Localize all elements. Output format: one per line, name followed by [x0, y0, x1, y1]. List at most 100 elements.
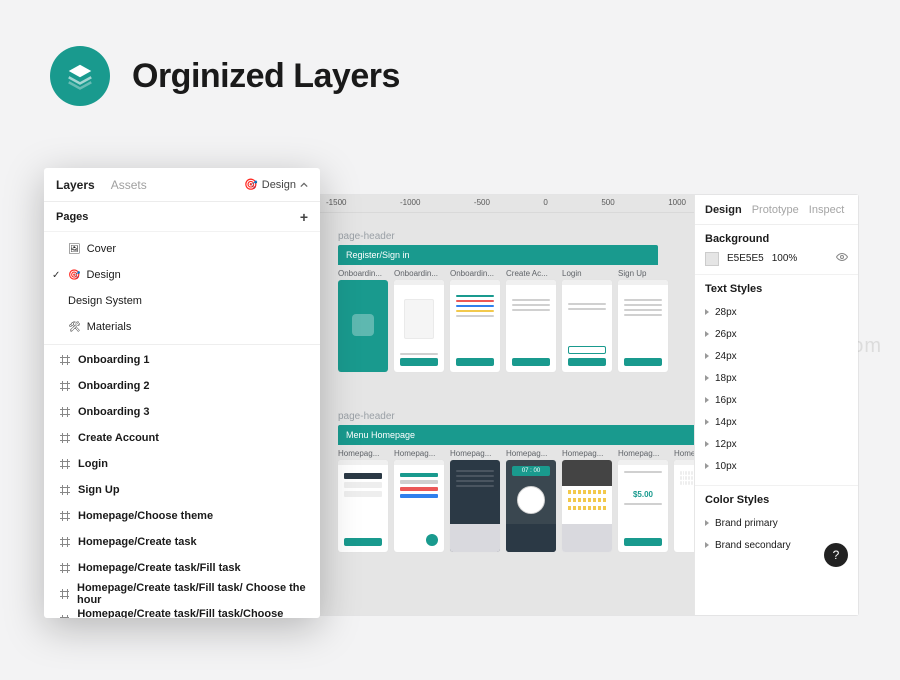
page-item[interactable]: 🛠 Materials	[44, 314, 320, 340]
frame-thumb[interactable]: Create Ac...	[506, 269, 556, 372]
text-style-item[interactable]: 26px	[705, 323, 848, 345]
text-style-item[interactable]: 14px	[705, 411, 848, 433]
pages-header-row: Pages +	[44, 202, 320, 232]
frame-icon	[60, 407, 70, 417]
canvas-section-homepage[interactable]: Menu Homepage Homepag... Homepag... Home…	[338, 425, 694, 552]
visibility-icon[interactable]	[836, 251, 848, 266]
frame-thumb[interactable]: Homepag...	[562, 449, 612, 552]
frame-label: Onboarding 3	[78, 406, 150, 418]
frame-thumb[interactable]: Sign Up	[618, 269, 668, 372]
caret-right-icon	[705, 353, 709, 359]
help-button[interactable]: ?	[824, 543, 848, 567]
text-style-label: 28px	[715, 307, 737, 318]
background-header: Background	[705, 233, 848, 245]
text-style-item[interactable]: 10px	[705, 455, 848, 477]
background-section: Background E5E5E5 100%	[695, 225, 858, 275]
inspect-panel: Design Prototype Inspect Background E5E5…	[694, 195, 858, 615]
text-style-item[interactable]: 28px	[705, 301, 848, 323]
frame-thumb[interactable]: Onboardin...	[338, 269, 388, 372]
add-page-button[interactable]: +	[300, 210, 308, 224]
text-style-item[interactable]: 24px	[705, 345, 848, 367]
caret-right-icon	[705, 397, 709, 403]
frame-item[interactable]: Onboarding 2	[44, 373, 320, 399]
text-style-item[interactable]: 12px	[705, 433, 848, 455]
color-style-item[interactable]: Brand primary	[705, 512, 848, 534]
caret-right-icon	[705, 331, 709, 337]
tab-design[interactable]: Design	[705, 204, 742, 216]
tab-inspect[interactable]: Inspect	[809, 204, 844, 216]
frame-item[interactable]: Homepage/Choose theme	[44, 503, 320, 529]
frame-item[interactable]: Homepage/Create task/Fill task	[44, 555, 320, 581]
section-label: page-header	[338, 411, 395, 422]
color-style-label: Brand primary	[715, 518, 778, 529]
canvas-section-register[interactable]: Register/Sign in Onboardin... Onboardin.…	[338, 245, 668, 372]
ruler-horizontal: -1500 -1000 -500 0 500 1000	[318, 195, 694, 213]
frame-thumb[interactable]: Homepag... $5.00	[618, 449, 668, 552]
frame-thumb[interactable]: Onboardin...	[394, 269, 444, 372]
frame-label: Homepage/Choose theme	[78, 510, 213, 522]
frame-thumb[interactable]: Onboardin...	[450, 269, 500, 372]
frame-label: Onboarding 1	[78, 354, 150, 366]
page-label: Design System	[68, 295, 142, 307]
text-style-label: 24px	[715, 351, 737, 362]
text-style-item[interactable]: 18px	[705, 367, 848, 389]
page-selector[interactable]: 🎯 Design	[244, 178, 308, 191]
frame-thumb[interactable]: Homepag...	[450, 449, 500, 552]
caret-right-icon	[705, 520, 709, 526]
bg-hex[interactable]: E5E5E5	[727, 253, 764, 264]
canvas[interactable]: -1500 -1000 -500 0 500 1000 page-header …	[318, 195, 694, 615]
frame-item[interactable]: Onboarding 3	[44, 399, 320, 425]
text-style-label: 10px	[715, 461, 737, 472]
frame-thumb[interactable]: Homepa...	[674, 449, 694, 552]
bg-swatch[interactable]	[705, 252, 719, 266]
page-label: Materials	[87, 321, 132, 333]
frame-label: Onboarding 2	[78, 380, 150, 392]
frame-item[interactable]: Create Account	[44, 425, 320, 451]
page-item[interactable]: ✓🎯Design	[44, 262, 320, 288]
frame-item[interactable]: Login	[44, 451, 320, 477]
frame-icon	[60, 537, 70, 547]
page-emoji: 🖼	[68, 244, 81, 255]
tab-prototype[interactable]: Prototype	[752, 204, 799, 216]
frame-item[interactable]: Homepage/Create task/Fill task/Choose pr…	[44, 607, 320, 618]
frame-thumb[interactable]: Homepag...	[338, 449, 388, 552]
frame-thumb[interactable]: Login	[562, 269, 612, 372]
frame-label: Homepage/Create task/Fill task	[78, 562, 241, 574]
text-style-item[interactable]: 16px	[705, 389, 848, 411]
figma-window: -1500 -1000 -500 0 500 1000 page-header …	[318, 195, 858, 615]
text-styles-section: Text Styles 28px26px24px18px16px14px12px…	[695, 275, 858, 486]
chevron-up-icon	[300, 181, 308, 189]
text-style-label: 26px	[715, 329, 737, 340]
frame-icon	[60, 511, 70, 521]
frame-item[interactable]: Homepage/Create task/Fill task/ Choose t…	[44, 581, 320, 607]
page-emoji: 🛠	[68, 322, 81, 333]
frame-item[interactable]: Onboarding 1	[44, 347, 320, 373]
caret-right-icon	[705, 441, 709, 447]
text-style-label: 14px	[715, 417, 737, 428]
frame-thumb[interactable]: Homepag... 07 : 00	[506, 449, 556, 552]
section-banner: Register/Sign in	[338, 245, 658, 265]
page-emoji: 🎯	[68, 270, 80, 281]
section-label: page-header	[338, 231, 395, 242]
page-item[interactable]: Design System	[44, 288, 320, 314]
frame-icon	[60, 381, 70, 391]
page-selector-label: Design	[262, 179, 296, 191]
frame-icon	[60, 355, 70, 365]
caret-right-icon	[705, 463, 709, 469]
tab-layers[interactable]: Layers	[56, 178, 95, 192]
caret-right-icon	[705, 419, 709, 425]
page-label: Design	[86, 269, 120, 281]
page-list: 🖼Cover✓🎯DesignDesign System🛠Materials	[44, 232, 320, 345]
frame-list: Onboarding 1 Onboarding 2 Onboarding 3 Crea…	[44, 345, 320, 618]
pages-header: Pages	[56, 211, 88, 223]
page-item[interactable]: 🖼Cover	[44, 236, 320, 262]
frame-icon	[60, 589, 69, 599]
tab-assets[interactable]: Assets	[111, 178, 147, 192]
frame-icon	[60, 563, 70, 573]
page-selector-emoji: 🎯	[244, 178, 258, 191]
frame-item[interactable]: Sign Up	[44, 477, 320, 503]
frame-item[interactable]: Homepage/Create task	[44, 529, 320, 555]
bg-opacity[interactable]: 100%	[772, 253, 798, 264]
frame-label: Login	[78, 458, 108, 470]
frame-thumb[interactable]: Homepag...	[394, 449, 444, 552]
